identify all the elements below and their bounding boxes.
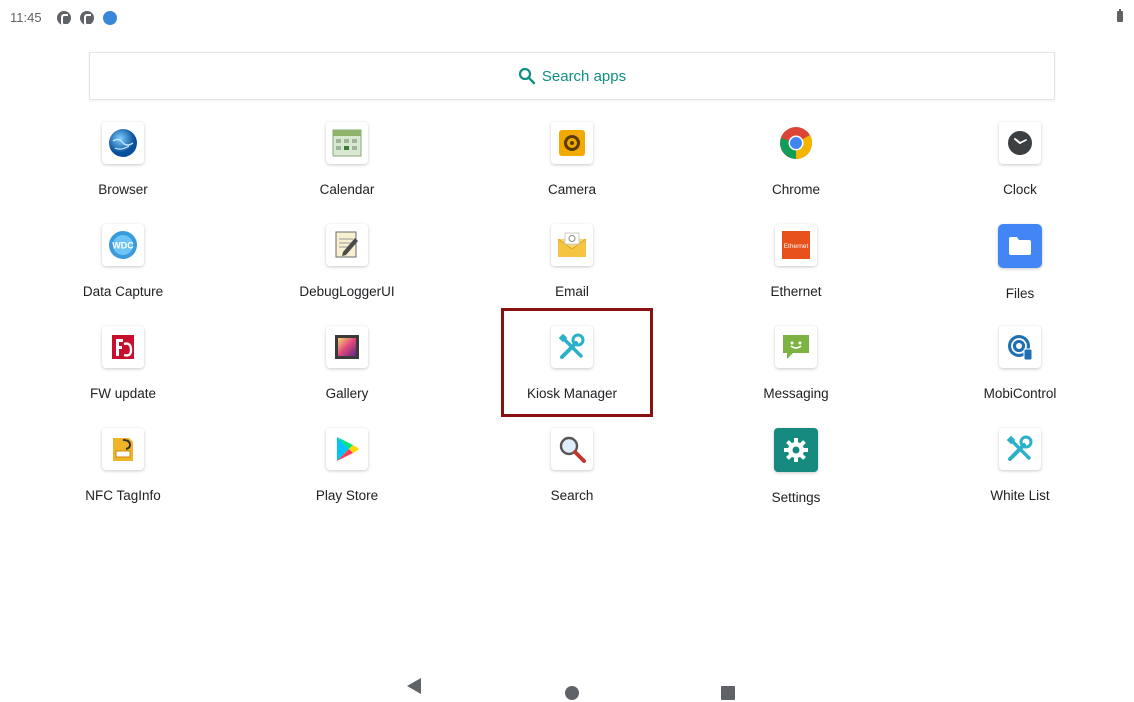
app-label: Email [555,284,589,299]
home-icon[interactable] [565,686,579,700]
back-icon[interactable] [407,678,421,694]
gallery-icon [326,326,368,368]
app-search[interactable]: Search [492,424,652,526]
app-label: Data Capture [82,284,164,299]
app-label: Kiosk Manager [526,386,618,401]
app-label: MobiControl [983,386,1057,401]
app-label: Settings [771,490,821,505]
app-data-capture[interactable]: WDC Data Capture [43,220,203,322]
app-row: Browser Calendar Camera Chrome Clock [10,118,1132,220]
app-kiosk-manager[interactable]: Kiosk Manager [492,322,652,424]
kiosk-tools-icon [551,326,593,368]
messaging-icon [775,326,817,368]
status-bar: 11:45 [0,0,1134,36]
files-folder-icon [998,224,1042,268]
search-apps-label: Search apps [541,67,627,85]
app-label: Messaging [763,386,829,401]
browser-globe-icon [102,122,144,164]
navigation-bar [0,670,1134,702]
notification-p-icon [80,11,94,26]
app-gallery[interactable]: Gallery [267,322,427,424]
nfc-taginfo-icon [102,428,144,470]
app-play-store[interactable]: Play Store [267,424,427,526]
battery-icon [1117,9,1123,22]
app-label: Ethernet [770,284,822,299]
chrome-icon [775,122,817,164]
app-label: Calendar [319,182,375,197]
app-email[interactable]: Email [492,220,652,322]
status-time: 11:45 [10,10,42,25]
app-ethernet[interactable]: Ethernet Ethernet [716,220,876,322]
ethernet-icon-text: Ethernet [784,243,809,250]
data-capture-icon-text: WDC [112,241,134,251]
app-settings[interactable]: Settings [716,424,876,526]
clock-icon [999,122,1041,164]
app-browser[interactable]: Browser [43,118,203,220]
app-calendar[interactable]: Calendar [267,118,427,220]
app-label: FW update [89,386,157,401]
app-white-list[interactable]: White List [940,424,1100,526]
app-label: Play Store [315,488,379,503]
app-label: Gallery [325,386,369,401]
magnifier-icon [551,428,593,470]
play-store-icon [326,428,368,470]
mobicontrol-icon [999,326,1041,368]
app-label: Clock [1003,182,1037,197]
app-label: Camera [547,182,596,197]
notification-app-icon [103,11,117,25]
app-label: DebugLoggerUI [299,284,395,299]
settings-gear-icon [774,428,818,472]
app-row: FW update Gallery Kiosk Manager Messagin… [10,322,1132,424]
app-messaging[interactable]: Messaging [716,322,876,424]
app-clock[interactable]: Clock [940,118,1100,220]
app-grid: Browser Calendar Camera Chrome Clock WDC… [10,118,1132,526]
search-icon [518,67,536,85]
app-row: NFC TagInfo Play Store Search Settings W… [10,424,1132,526]
ethernet-icon: Ethernet [775,224,817,266]
app-nfc-taginfo[interactable]: NFC TagInfo [43,424,203,526]
white-list-tools-icon [999,428,1041,470]
app-files[interactable]: Files [940,220,1100,322]
email-icon [551,224,593,266]
camera-icon [551,122,593,164]
app-label: Chrome [771,182,820,197]
app-label: NFC TagInfo [85,488,161,503]
calendar-icon [326,122,368,164]
fw-update-icon [102,326,144,368]
app-fw-update[interactable]: FW update [43,322,203,424]
app-label: White List [990,488,1050,503]
app-label: Files [1005,286,1035,301]
debug-logger-icon [326,224,368,266]
notification-p-icon [57,11,71,26]
app-camera[interactable]: Camera [492,118,652,220]
app-row: WDC Data Capture DebugLoggerUI Email Eth… [10,220,1132,322]
recents-icon[interactable] [721,686,735,700]
app-label: Search [550,488,594,503]
app-debug-logger[interactable]: DebugLoggerUI [267,220,427,322]
app-mobicontrol[interactable]: MobiControl [940,322,1100,424]
data-capture-icon: WDC [102,224,144,266]
search-apps-bar[interactable]: Search apps [89,52,1055,100]
app-chrome[interactable]: Chrome [716,118,876,220]
app-label: Browser [98,182,148,197]
